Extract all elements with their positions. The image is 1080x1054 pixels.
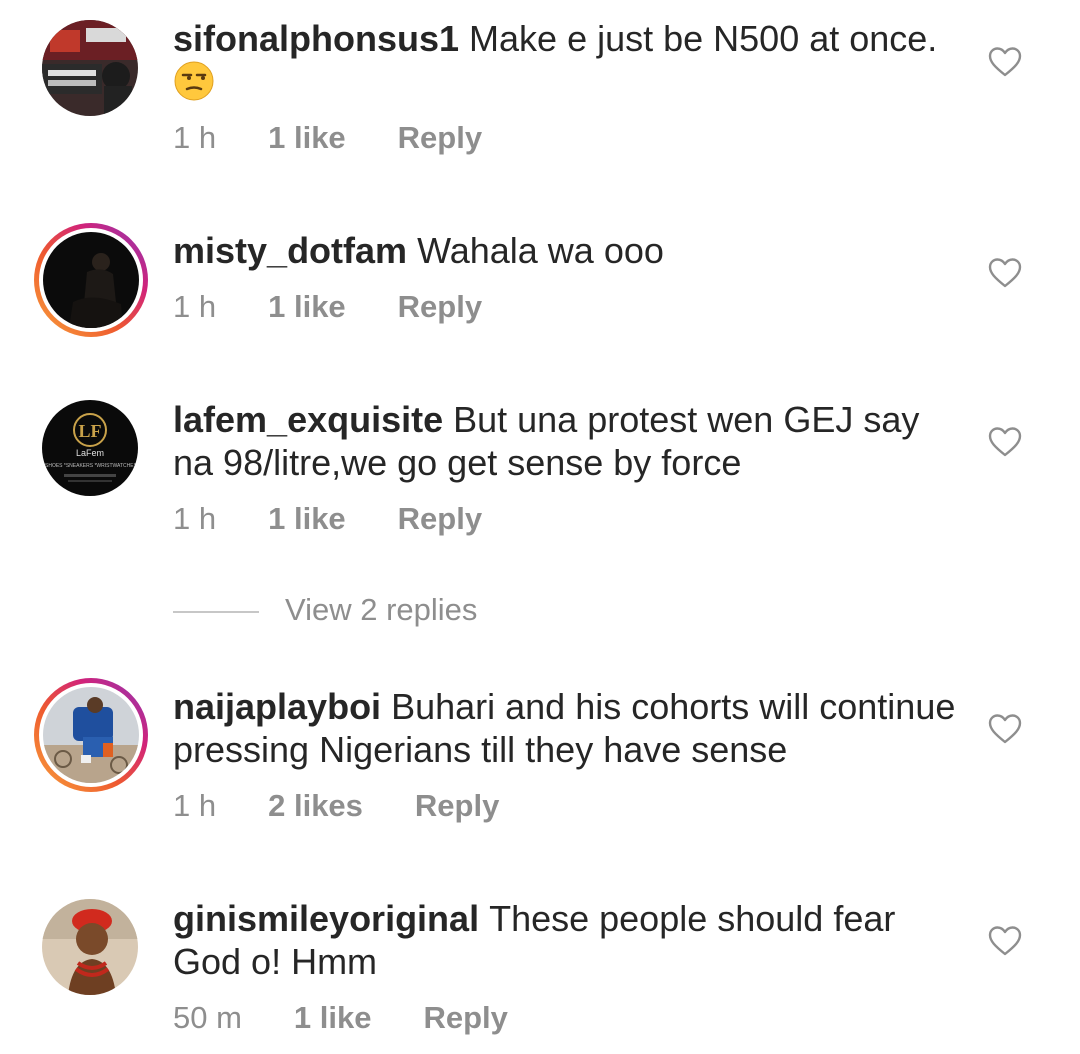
comment-username[interactable]: naijaplayboi [173,686,381,727]
avatar-logo-brand: LaFem [76,448,104,458]
comment-meta: 1 h 2 likes Reply [173,786,499,826]
heart-outline-icon[interactable] [988,46,1022,78]
reply-button[interactable]: Reply [415,786,499,826]
comment-text: Make e just be N500 at once. [469,18,938,59]
comment-likes[interactable]: 1 like [268,118,346,158]
comment-likes[interactable]: 2 likes [268,786,363,826]
heart-outline-icon[interactable] [988,257,1022,289]
view-replies-button[interactable]: View 2 replies [173,588,477,632]
avatar-logo-initials: LF [78,421,101,441]
avatar[interactable]: LF LaFem *SHOES *SNEAKERS *WRISTWATCHES [42,400,138,496]
comment-meta: 50 m 1 like Reply [173,998,508,1038]
heart-outline-icon[interactable] [988,925,1022,957]
comment-username[interactable]: lafem_exquisite [173,399,443,440]
comment-timestamp: 1 h [173,120,217,155]
comment-meta: 1 h 1 like Reply [173,287,482,327]
view-replies-label: View 2 replies [285,592,478,627]
reply-button[interactable]: Reply [398,118,482,158]
avatar[interactable] [34,678,148,792]
comment-likes[interactable]: 1 like [268,287,346,327]
comment-timestamp: 1 h [173,788,217,823]
reply-button[interactable]: Reply [398,287,482,327]
comment-meta: 1 h 1 like Reply [173,118,482,158]
unamused-face-emoji [173,60,215,111]
comment-timestamp: 50 m [173,1000,242,1035]
comment-username[interactable]: misty_dotfam [173,230,407,271]
avatar[interactable] [42,20,138,116]
comment-timestamp: 1 h [173,501,217,536]
comment-text-block: lafem_exquisite But una protest wen GEJ s… [173,398,963,484]
replies-divider-line [173,610,259,613]
heart-outline-icon[interactable] [988,426,1022,458]
comment-text: Wahala wa ooo [417,230,664,271]
comment-text-block: sifonalphonsus1 Make e just be N500 at on… [173,17,963,111]
reply-button[interactable]: Reply [398,499,482,539]
avatar-logo-items: *SHOES *SNEAKERS *WRISTWATCHES [43,463,138,469]
comment-likes[interactable]: 1 like [294,998,372,1038]
comment-username[interactable]: sifonalphonsus1 [173,18,459,59]
comment-text-block: ginismileyoriginal These people should fe… [173,897,963,983]
avatar[interactable] [42,899,138,995]
comment-likes[interactable]: 1 like [268,499,346,539]
reply-button[interactable]: Reply [423,998,507,1038]
comment-text-block: naijaplayboi Buhari and his cohorts will … [173,685,963,771]
comment-text-block: misty_dotfam Wahala wa ooo [173,229,963,272]
comment-meta: 1 h 1 like Reply [173,499,482,539]
heart-outline-icon[interactable] [988,713,1022,745]
avatar[interactable] [34,223,148,337]
comment-username[interactable]: ginismileyoriginal [173,898,479,939]
comment-timestamp: 1 h [173,289,217,324]
